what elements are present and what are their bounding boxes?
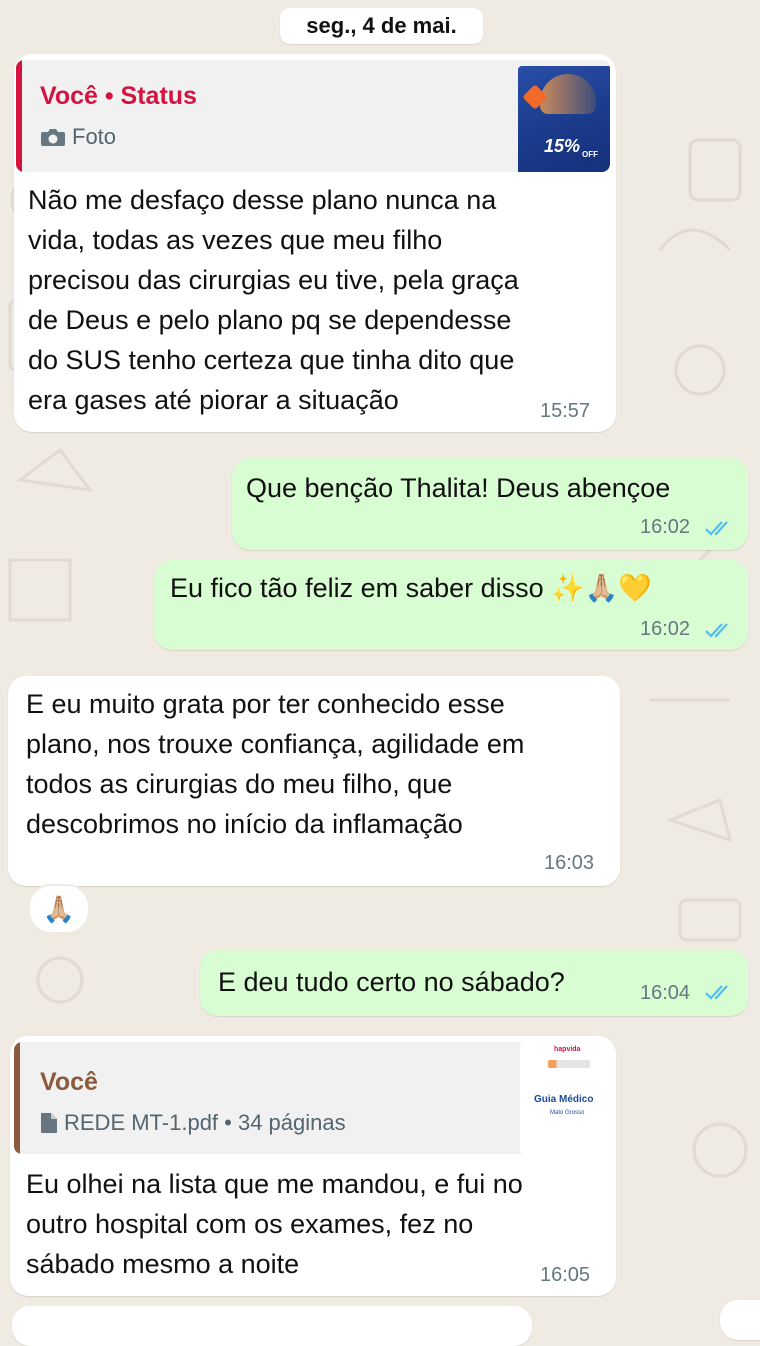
message-time: 16:03 (544, 852, 595, 874)
quote-author: Você • Status (40, 82, 197, 110)
quote-subtitle-row: REDE MT-1.pdf • 34 páginas (40, 1110, 346, 1136)
quoted-document-reply[interactable]: Você REDE MT-1.pdf • 34 páginas hapvida … (14, 1042, 612, 1154)
status-thumbnail: 15% OFF (518, 66, 610, 172)
message-text: Que benção Thalita! Deus abençoe (246, 473, 671, 503)
thumbnail-subtitle: Mato Grosso (550, 1110, 585, 1116)
message-text: Não me desfaço desse plano nunca na vida… (28, 185, 519, 415)
message-time: 16:05 (540, 1264, 591, 1286)
thumbnail-badge-sub: OFF (582, 150, 598, 159)
camera-icon (41, 129, 65, 146)
incoming-message-bubble[interactable]: Você REDE MT-1.pdf • 34 páginas hapvida … (10, 1036, 616, 1296)
message-time: 16:02 (640, 516, 691, 538)
incoming-message-bubble-partial[interactable] (720, 1300, 760, 1340)
message-text: E deu tudo certo no sábado? (218, 967, 565, 997)
quoted-status-reply[interactable]: Você • Status Foto 15% OFF (16, 60, 610, 172)
message-text: E eu muito grata por ter conhecido esse … (26, 689, 525, 839)
thumbnail-people (540, 74, 596, 114)
thumbnail-title: Guia Médico (534, 1094, 594, 1105)
thumbnail-badge: 15% (544, 136, 581, 156)
message-time: 15:57 (540, 400, 591, 422)
date-separator: seg., 4 de mai. (280, 8, 483, 44)
incoming-message-bubble[interactable]: Você • Status Foto 15% OFF Não me desfaç… (14, 54, 616, 432)
document-icon (41, 1113, 57, 1133)
read-receipt-icon (705, 623, 728, 638)
quote-subtitle: Foto (72, 124, 117, 149)
outgoing-message-bubble[interactable]: E deu tudo certo no sábado? 16:04 (200, 950, 748, 1016)
message-time: 16:04 (640, 982, 691, 1004)
thumbnail-brand: hapvida (554, 1046, 581, 1053)
outgoing-message-bubble[interactable]: Eu fico tão feliz em saber disso ✨🙏🏼💛 16… (154, 560, 748, 650)
quote-accent-bar (16, 60, 22, 172)
read-receipt-icon (705, 521, 728, 536)
quote-subtitle-row: Foto (40, 124, 116, 150)
thumbnail-logo-row (548, 1060, 590, 1068)
read-receipt-icon (705, 985, 728, 1000)
message-text: Eu fico tão feliz em saber disso ✨🙏🏼💛 (170, 573, 653, 603)
message-time: 16:02 (640, 618, 691, 640)
outgoing-message-bubble[interactable]: Que benção Thalita! Deus abençoe 16:02 (232, 458, 748, 550)
document-thumbnail: hapvida Guia Médico Mato Grosso (520, 1042, 612, 1154)
quote-author: Você (40, 1068, 98, 1096)
message-text: Eu olhei na lista que me mandou, e fui n… (26, 1169, 523, 1279)
incoming-message-bubble[interactable]: E eu muito grata por ter conhecido esse … (8, 676, 620, 886)
incoming-message-bubble-partial[interactable] (12, 1306, 532, 1346)
message-reaction[interactable]: 🙏🏼 (28, 884, 90, 934)
quote-accent-bar (14, 1042, 20, 1154)
quote-subtitle: REDE MT-1.pdf • 34 páginas (64, 1110, 346, 1135)
